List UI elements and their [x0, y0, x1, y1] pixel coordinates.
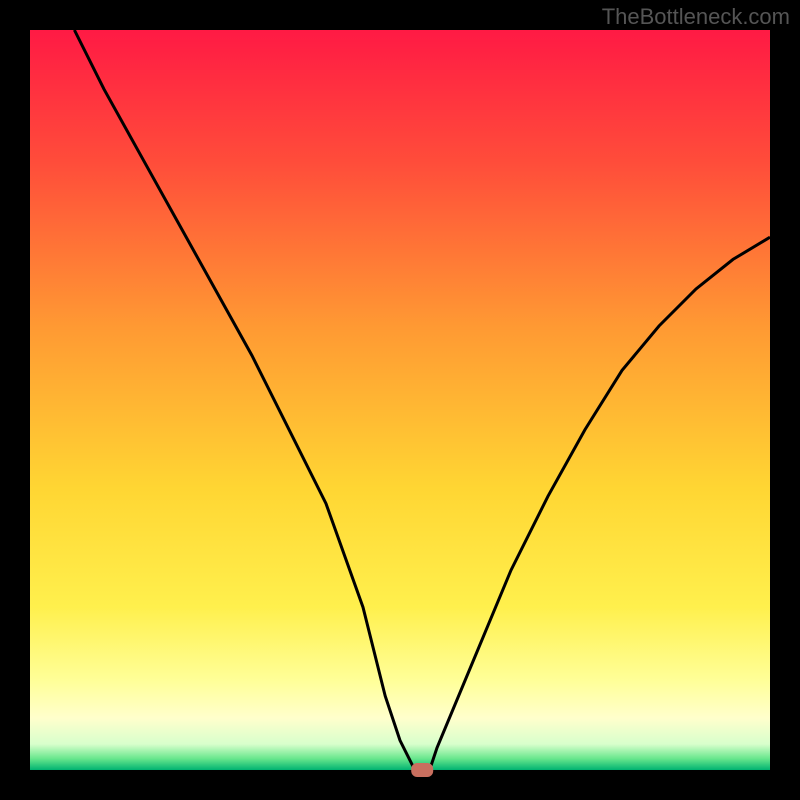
chart-container: TheBottleneck.com: [0, 0, 800, 800]
plot-area: [30, 30, 770, 770]
attribution-label: TheBottleneck.com: [602, 4, 790, 30]
optimum-marker: [411, 763, 433, 777]
bottleneck-chart: [0, 0, 800, 800]
